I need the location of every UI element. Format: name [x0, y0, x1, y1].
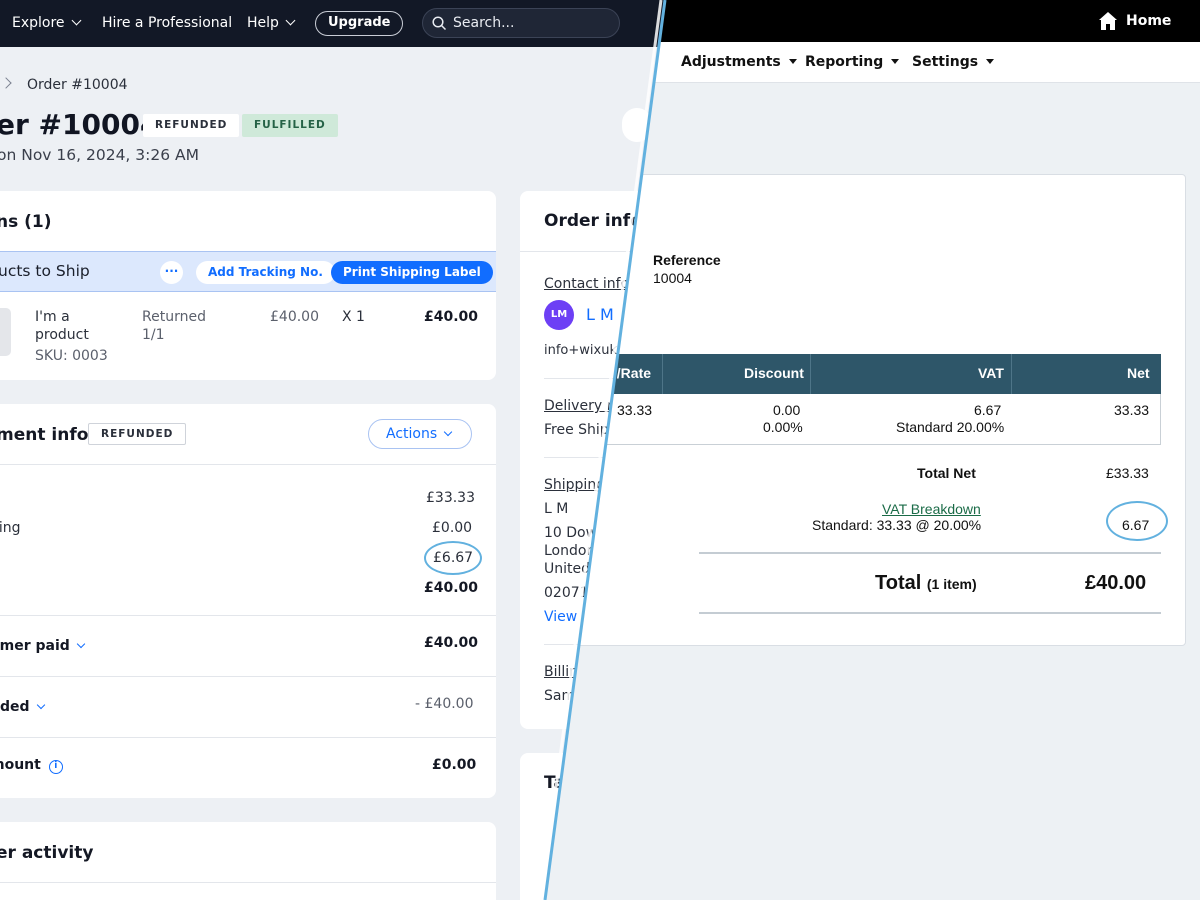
split-edge: [539, 0, 667, 900]
